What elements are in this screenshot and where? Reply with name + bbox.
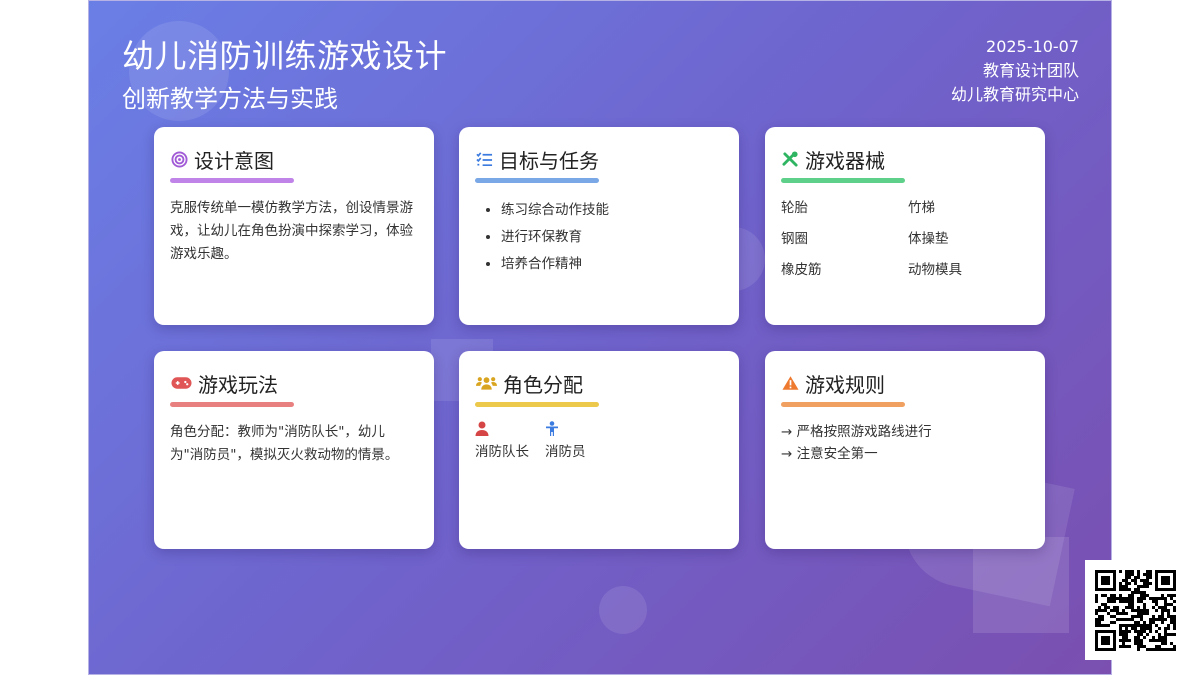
role-label: 消防队长: [475, 444, 529, 460]
accent-bar: [170, 178, 294, 183]
card-rules: 游戏规则 → 严格按照游戏路线进行 → 注意安全第一: [765, 351, 1045, 549]
accent-bar: [475, 402, 599, 407]
goal-list: 练习综合动作技能 进行环保教育 培养合作精神: [475, 197, 723, 278]
card-title: 游戏规则: [805, 372, 885, 397]
list-item: 动物模具: [908, 262, 962, 278]
decor-circle: [599, 586, 647, 634]
card-roles: 角色分配 消防队长 消防员: [459, 351, 739, 549]
card-title: 设计意图: [194, 148, 274, 173]
list-item: 竹梯: [908, 200, 935, 216]
list-item: → 注意安全第一: [781, 446, 878, 462]
captain-icon: [475, 421, 489, 436]
qr-code-icon: [1095, 570, 1176, 651]
card-gameplay: 游戏玩法 角色分配：教师为"消防队长"，幼儿为"消防员"，模拟灭火救动物的情景。: [154, 351, 434, 549]
role-label: 消防员: [545, 444, 586, 460]
role-firefighter: 消防员: [545, 421, 586, 460]
list-item: 体操垫: [908, 231, 949, 247]
card-text: 角色分配：教师为"消防队长"，幼儿为"消防员"，模拟灭火救动物的情景。: [170, 424, 399, 463]
page-title: 幼儿消防训练游戏设计: [122, 37, 448, 75]
role-captain: 消防队长: [475, 421, 529, 460]
tools-icon: [781, 150, 799, 168]
page-subtitle: 创新教学方法与实践: [122, 85, 338, 113]
card-title: 游戏器械: [805, 148, 885, 173]
accent-bar: [781, 402, 905, 407]
checklist-icon: [475, 150, 493, 168]
target-icon: [170, 150, 188, 168]
child-icon: [546, 421, 558, 436]
card-title: 目标与任务: [499, 148, 599, 173]
list-item: 轮胎: [781, 200, 808, 216]
card-title: 角色分配: [503, 372, 583, 397]
list-item: → 严格按照游戏路线进行: [781, 424, 932, 440]
decor-square: [973, 537, 1069, 633]
accent-bar: [475, 178, 599, 183]
list-item: 钢圈: [781, 231, 808, 247]
list-item: 练习综合动作技能: [501, 197, 723, 224]
role-list: 消防队长 消防员: [475, 421, 723, 460]
equipment-grid: 轮胎 竹梯 钢圈 体操垫 橡皮筋 动物模具: [781, 197, 1029, 281]
slide: 幼儿消防训练游戏设计 创新教学方法与实践 2025-10-07 教育设计团队 幼…: [88, 0, 1112, 675]
date-label: 2025-10-07: [986, 37, 1079, 56]
rule-list: → 严格按照游戏路线进行 → 注意安全第一: [781, 421, 1029, 465]
gamepad-icon: [170, 374, 192, 392]
card-design-intent: 设计意图 克服传统单一模仿教学方法，创设情景游戏，让幼儿在角色扮演中探索学习，体…: [154, 127, 434, 325]
warning-icon: [781, 374, 799, 392]
qr-code[interactable]: [1085, 560, 1185, 660]
team-label: 教育设计团队: [982, 61, 1079, 80]
header-meta: 2025-10-07 教育设计团队 幼儿教育研究中心: [951, 35, 1079, 107]
list-item: 培养合作精神: [501, 251, 723, 278]
list-item: 橡皮筋: [781, 262, 822, 278]
card-goals: 目标与任务 练习综合动作技能 进行环保教育 培养合作精神: [459, 127, 739, 325]
card-equipment: 游戏器械 轮胎 竹梯 钢圈 体操垫 橡皮筋 动物模具: [765, 127, 1045, 325]
list-item: 进行环保教育: [501, 224, 723, 251]
accent-bar: [781, 178, 905, 183]
accent-bar: [170, 402, 294, 407]
card-title: 游戏玩法: [198, 372, 278, 397]
org-label: 幼儿教育研究中心: [950, 85, 1079, 104]
users-icon: [475, 374, 497, 392]
card-text: 克服传统单一模仿教学方法，创设情景游戏，让幼儿在角色扮演中探索学习，体验游戏乐趣…: [170, 200, 413, 262]
